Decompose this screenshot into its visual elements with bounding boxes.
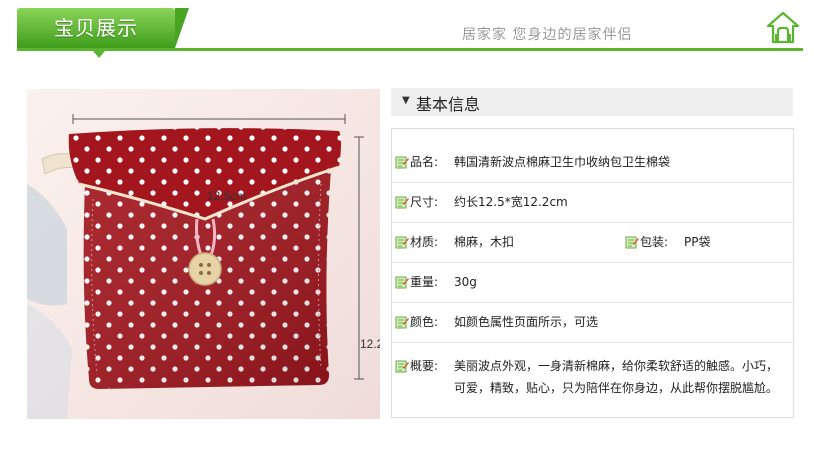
info-value: 韩国清新波点棉麻卫生巾收纳包卫生棉袋	[454, 155, 671, 169]
info-value: 30g	[454, 275, 477, 289]
info-label: 概要:	[410, 359, 439, 373]
info-table: 品名: 韩国清新波点棉麻卫生巾收纳包卫生棉袋 尺寸: 约长12.5*宽12.2c…	[391, 128, 794, 418]
info-label: 尺寸:	[410, 195, 439, 209]
basic-info-header: ▼ 基本信息	[391, 88, 793, 116]
home-icon[interactable]	[765, 10, 801, 46]
product-photo: 12.5cm 12.2cm	[27, 89, 380, 419]
info-label: 重量:	[410, 275, 439, 289]
header-divider	[17, 48, 803, 51]
store-slogan: 居家家 您身边的居家伴侣	[462, 27, 633, 43]
pouch-illustration	[27, 114, 364, 419]
header-pointer	[93, 51, 105, 58]
info-row-summary: 概要: 美丽波点外观，一身清新棉麻，给你柔软舒适的触感。小巧，可爱，精致，贴心，…	[392, 343, 793, 423]
info-label-packaging: 包装:	[640, 235, 669, 249]
info-row-material: 材质: 棉麻，木扣 包装: PP袋	[392, 223, 793, 263]
height-dimension-label: 12.2cm	[360, 337, 380, 351]
header-title: 宝贝展示	[54, 16, 138, 40]
note-pencil-icon	[395, 316, 409, 329]
note-pencil-icon	[395, 196, 409, 209]
info-value: 约长12.5*宽12.2cm	[454, 195, 568, 209]
info-row-size: 尺寸: 约长12.5*宽12.2cm	[392, 183, 793, 223]
header-bar: 宝贝展示 居家家 您身边的居家伴侣	[17, 8, 803, 58]
note-pencil-icon	[395, 156, 409, 169]
info-label: 品名:	[410, 155, 439, 169]
info-value-packaging: PP袋	[684, 235, 711, 249]
info-label: 颜色:	[410, 315, 439, 329]
note-pencil-icon	[625, 236, 639, 249]
basic-info-title: 基本信息	[416, 95, 481, 114]
note-pencil-icon	[395, 276, 409, 289]
note-pencil-icon	[395, 236, 409, 249]
info-value: 如颜色属性页面所示，可选	[454, 315, 599, 329]
info-summary-text: 美丽波点外观，一身清新棉麻，给你柔软舒适的触感。小巧，可爱，精致，贴心，只为陪伴…	[454, 359, 779, 395]
note-pencil-icon	[395, 360, 409, 373]
info-label: 材质:	[410, 235, 439, 249]
info-row-weight: 重量: 30g	[392, 263, 793, 303]
width-dimension-label: 12.5cm	[207, 189, 247, 203]
info-row-name: 品名: 韩国清新波点棉麻卫生巾收纳包卫生棉袋	[392, 143, 793, 183]
info-row-color: 颜色: 如颜色属性页面所示，可选	[392, 303, 793, 343]
info-value: 棉麻，木扣	[454, 235, 515, 249]
triangle-down-icon: ▼	[402, 95, 410, 106]
